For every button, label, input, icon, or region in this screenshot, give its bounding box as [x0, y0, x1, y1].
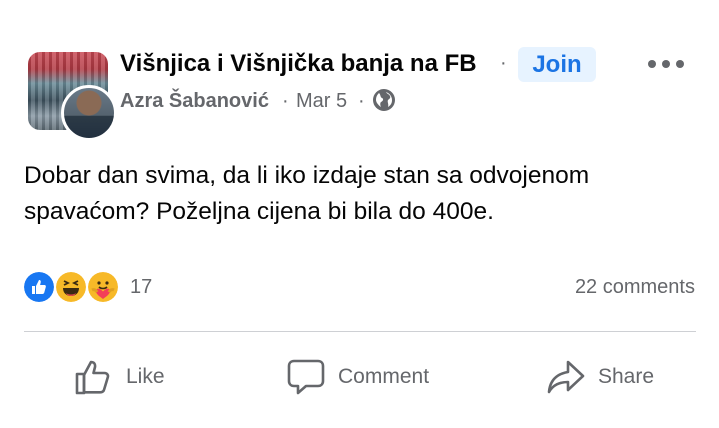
share-label: Share — [598, 365, 655, 388]
share-button[interactable]: Share — [546, 355, 654, 399]
post-date-link[interactable]: Mar 5 — [296, 90, 347, 113]
author-name-link[interactable]: Azra Šabanović — [120, 90, 269, 113]
comments-count-link[interactable]: 22 comments — [575, 276, 695, 299]
post-text: Dobar dan svima, da li iko izdaje stan s… — [24, 158, 694, 230]
post-text-line: spavaćom? Poželjna cijena bi bila do 400… — [24, 198, 494, 225]
join-button[interactable]: Join — [518, 47, 596, 82]
share-icon — [547, 360, 585, 394]
author-avatar[interactable] — [61, 85, 117, 141]
like-icon — [22, 270, 56, 304]
separator-dot: · — [500, 52, 507, 74]
reaction-count[interactable]: 17 — [130, 276, 152, 299]
care-icon — [86, 270, 120, 304]
post-text-line: Dobar dan svima, da li iko izdaje stan s… — [24, 162, 590, 189]
like-label: Like — [126, 365, 165, 388]
globe-icon — [373, 89, 395, 111]
thumbs-up-icon — [75, 360, 110, 395]
comment-icon — [287, 359, 325, 395]
group-name-link[interactable]: Višnjica i Višnjička banja na FB — [120, 50, 477, 78]
comment-label: Comment — [338, 365, 430, 388]
haha-icon — [54, 270, 88, 304]
comment-button[interactable]: Comment — [286, 355, 429, 399]
divider — [24, 331, 696, 332]
more-options-icon[interactable] — [648, 52, 684, 76]
separator-dot: · — [358, 90, 365, 112]
like-button[interactable]: Like — [74, 355, 165, 399]
separator-dot: · — [282, 90, 289, 112]
reaction-icons[interactable] — [22, 270, 132, 304]
